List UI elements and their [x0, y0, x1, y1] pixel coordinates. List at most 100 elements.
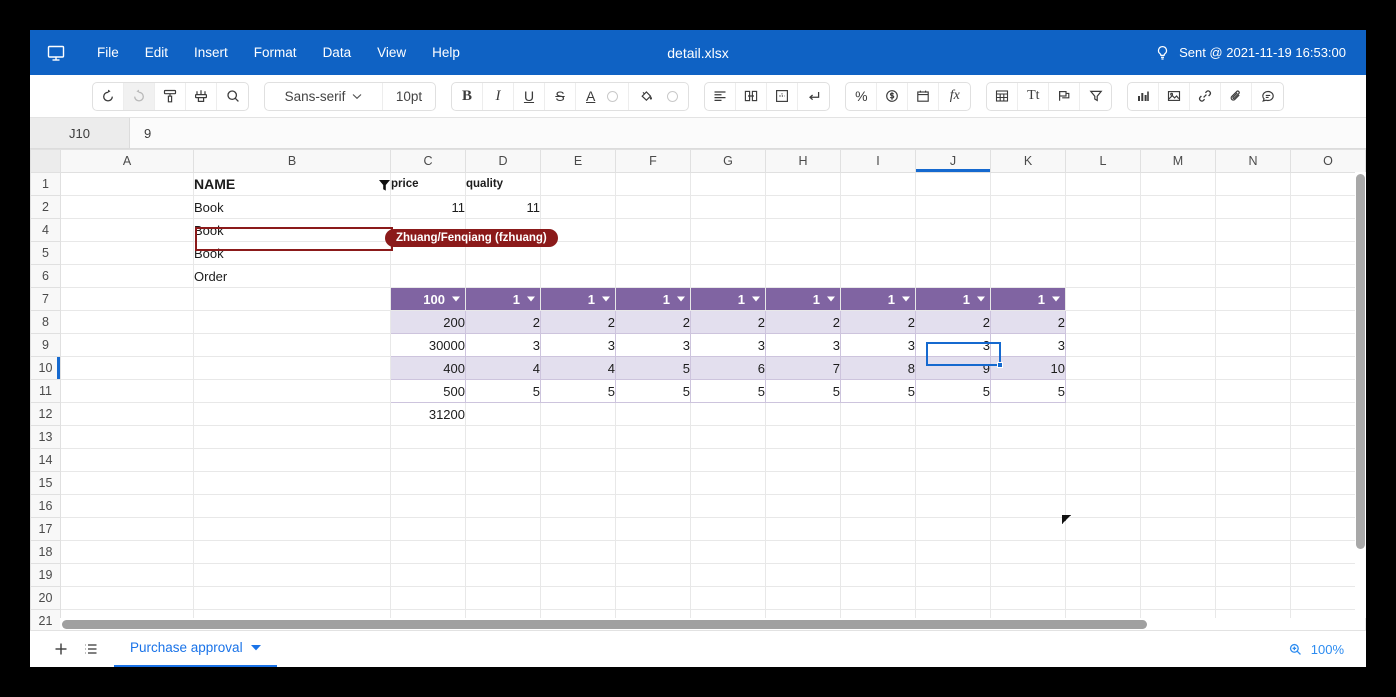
row-header-19[interactable]: 19	[30, 563, 61, 587]
cell-M20[interactable]	[1140, 586, 1216, 610]
row-header-10[interactable]: 10	[30, 356, 61, 380]
cell-G8[interactable]: 2	[690, 310, 766, 334]
select-all-corner[interactable]	[30, 149, 61, 173]
cell-E7[interactable]: 1	[540, 287, 616, 311]
cell-J4[interactable]	[915, 218, 991, 242]
text-color-button[interactable]: A	[576, 82, 630, 110]
paint-roller-icon[interactable]	[155, 82, 186, 110]
cell-M14[interactable]	[1140, 448, 1216, 472]
header-dropdown-icon[interactable]	[752, 296, 760, 302]
bold-button[interactable]: B	[452, 82, 483, 110]
cell-C9[interactable]: 30000	[390, 333, 466, 357]
cell-G12[interactable]	[690, 402, 766, 426]
cell-D1[interactable]: quality	[465, 172, 541, 196]
cell-H12[interactable]	[765, 402, 841, 426]
cell-M4[interactable]	[1140, 218, 1216, 242]
vertical-scrollbar-thumb[interactable]	[1356, 174, 1365, 549]
cell-J6[interactable]	[915, 264, 991, 288]
cell-N11[interactable]	[1215, 379, 1291, 403]
header-dropdown-icon[interactable]	[1052, 296, 1060, 302]
cell-L6[interactable]	[1065, 264, 1141, 288]
cell-G14[interactable]	[690, 448, 766, 472]
cell-L19[interactable]	[1065, 563, 1141, 587]
cell-I5[interactable]	[840, 241, 916, 265]
cell-D2[interactable]: 11	[465, 195, 541, 219]
column-header-k[interactable]: K	[990, 149, 1066, 173]
cell-C12[interactable]: 31200	[390, 402, 466, 426]
cell-M9[interactable]	[1140, 333, 1216, 357]
chevron-down-icon[interactable]	[250, 644, 261, 651]
cell-I10[interactable]: 8	[840, 356, 916, 380]
cell-J1[interactable]	[915, 172, 991, 196]
cell-F18[interactable]	[615, 540, 691, 564]
cell-J8[interactable]: 2	[915, 310, 991, 334]
cell-D15[interactable]	[465, 471, 541, 495]
cell-D9[interactable]: 3	[465, 333, 541, 357]
cell-D20[interactable]	[465, 586, 541, 610]
cell-B12[interactable]	[193, 402, 391, 426]
cell-D12[interactable]	[465, 402, 541, 426]
cell-J17[interactable]	[915, 517, 991, 541]
row-header-2[interactable]: 2	[30, 195, 61, 219]
cell-H1[interactable]	[765, 172, 841, 196]
cell-K11[interactable]: 5	[990, 379, 1066, 403]
cell-E18[interactable]	[540, 540, 616, 564]
paint-brush-icon[interactable]	[186, 82, 217, 110]
cell-F11[interactable]: 5	[615, 379, 691, 403]
cell-C16[interactable]	[390, 494, 466, 518]
cell-D8[interactable]: 2	[465, 310, 541, 334]
column-header-g[interactable]: G	[690, 149, 766, 173]
header-dropdown-icon[interactable]	[677, 296, 685, 302]
cell-B7[interactable]	[193, 287, 391, 311]
cell-M15[interactable]	[1140, 471, 1216, 495]
cell-L5[interactable]	[1065, 241, 1141, 265]
flag-icon[interactable]	[1049, 82, 1081, 110]
row-header-21[interactable]: 21	[30, 609, 61, 630]
cell-A2[interactable]	[60, 195, 194, 219]
cell-G19[interactable]	[690, 563, 766, 587]
cell-H10[interactable]: 7	[765, 356, 841, 380]
cell-C13[interactable]	[390, 425, 466, 449]
cell-A9[interactable]	[60, 333, 194, 357]
comment-icon[interactable]	[1252, 83, 1283, 110]
cell-N13[interactable]	[1215, 425, 1291, 449]
cell-A4[interactable]	[60, 218, 194, 242]
column-header-f[interactable]: F	[615, 149, 691, 173]
cell-B11[interactable]	[193, 379, 391, 403]
cell-N9[interactable]	[1215, 333, 1291, 357]
cell-L4[interactable]	[1065, 218, 1141, 242]
cell-B16[interactable]	[193, 494, 391, 518]
cell-F8[interactable]: 2	[615, 310, 691, 334]
column-header-l[interactable]: L	[1065, 149, 1141, 173]
cell-K2[interactable]	[990, 195, 1066, 219]
column-header-d[interactable]: D	[465, 149, 541, 173]
cell-C11[interactable]: 500	[390, 379, 466, 403]
underline-button[interactable]: U	[514, 82, 545, 110]
cell-K16[interactable]	[990, 494, 1066, 518]
cell-C8[interactable]: 200	[390, 310, 466, 334]
cell-H11[interactable]: 5	[765, 379, 841, 403]
cell-N6[interactable]	[1215, 264, 1291, 288]
cell-L8[interactable]	[1065, 310, 1141, 334]
cell-E12[interactable]	[540, 402, 616, 426]
row-header-14[interactable]: 14	[30, 448, 61, 472]
cell-E15[interactable]	[540, 471, 616, 495]
cell-H16[interactable]	[765, 494, 841, 518]
cell-E10[interactable]: 4	[540, 356, 616, 380]
cell-I18[interactable]	[840, 540, 916, 564]
cell-J10[interactable]: 9	[915, 356, 991, 380]
cell-D10[interactable]: 4	[465, 356, 541, 380]
bar-chart-icon[interactable]	[1128, 82, 1160, 110]
cell-E14[interactable]	[540, 448, 616, 472]
cell-C19[interactable]	[390, 563, 466, 587]
cell-F17[interactable]	[615, 517, 691, 541]
cell-B15[interactable]	[193, 471, 391, 495]
zoom-in-icon[interactable]	[1288, 642, 1303, 657]
cell-B2[interactable]: Book	[193, 195, 391, 219]
cell-D6[interactable]	[465, 264, 541, 288]
cell-N8[interactable]	[1215, 310, 1291, 334]
cell-K13[interactable]	[990, 425, 1066, 449]
cell-K14[interactable]	[990, 448, 1066, 472]
cell-L17[interactable]	[1065, 517, 1141, 541]
column-header-c[interactable]: C	[390, 149, 466, 173]
